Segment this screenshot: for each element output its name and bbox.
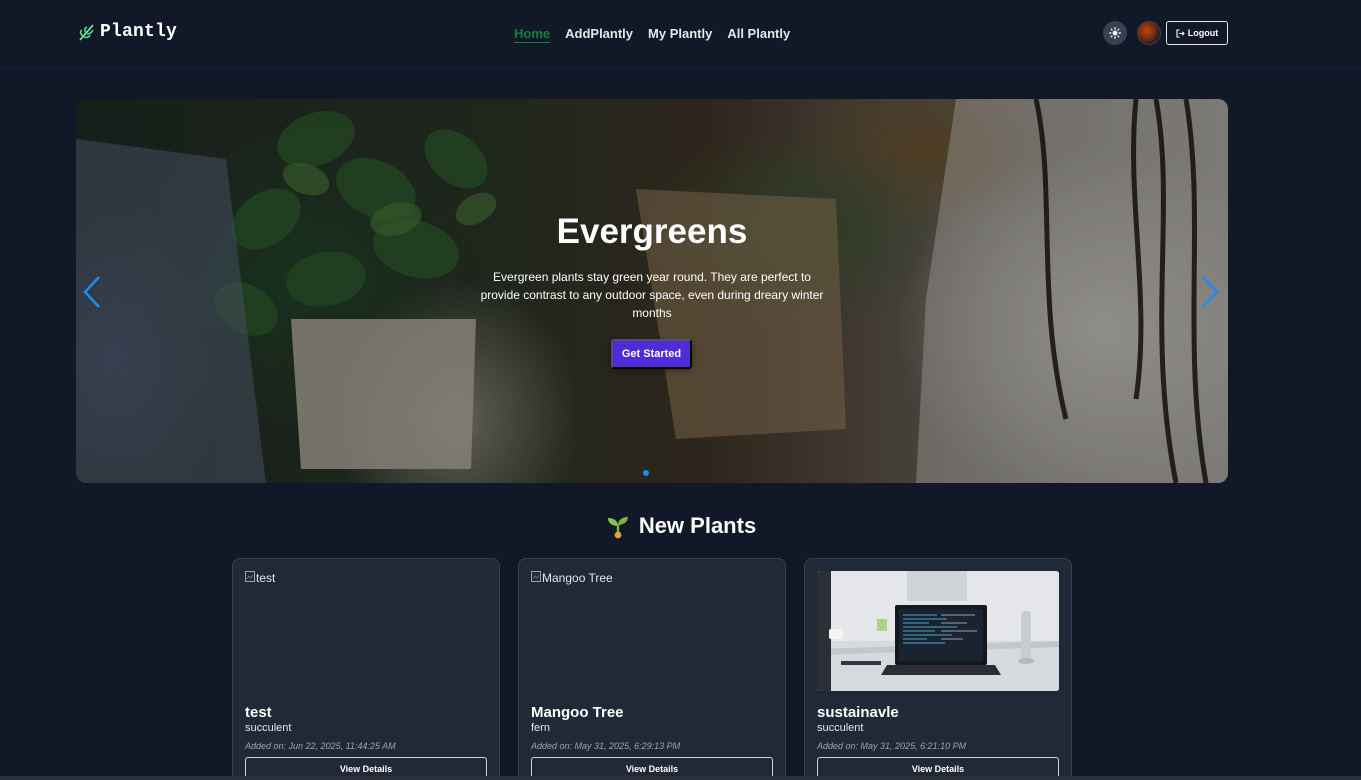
nav-link-home[interactable]: Home <box>514 26 550 41</box>
sprout-icon <box>607 517 628 539</box>
plant-added-date: Added on: May 31, 2025, 6:29:13 PM <box>531 741 681 751</box>
leaf-icon <box>79 24 94 41</box>
plant-type: succulent <box>817 722 864 734</box>
nav-link-my-plantly[interactable]: My Plantly <box>648 26 712 41</box>
logout-icon <box>1176 28 1185 38</box>
plant-image <box>817 571 1059 691</box>
nav-link-add-plantly[interactable]: AddPlantly <box>565 26 633 41</box>
plant-image: test <box>245 571 487 691</box>
plant-card: sustainavle succulent Added on: May 31, … <box>804 558 1072 780</box>
section-title-text: New Plants <box>638 513 757 538</box>
plant-name: sustainavle <box>817 704 899 721</box>
theme-toggle-button[interactable] <box>1103 21 1127 45</box>
section-title: New Plants <box>0 513 1361 539</box>
hero-title: Evergreens <box>556 212 748 251</box>
user-avatar[interactable] <box>1137 21 1161 45</box>
plant-card: Mangoo Tree Mangoo Tree fern Added on: M… <box>518 558 786 780</box>
plant-added-date: Added on: Jun 22, 2025, 11:44:25 AM <box>245 741 396 751</box>
plant-card: test test succulent Added on: Jun 22, 20… <box>232 558 500 780</box>
nav-link-all-plantly[interactable]: All Plantly <box>727 26 790 41</box>
navbar: Plantly Home AddPlantly My Plantly All P… <box>0 0 1361 68</box>
carousel-next-arrow-icon[interactable] <box>1200 275 1220 309</box>
brand-name: Plantly <box>100 22 178 42</box>
get-started-button[interactable]: Get Started <box>611 339 692 369</box>
brand-logo[interactable]: Plantly <box>78 22 177 42</box>
hero-description: Evergreen plants stay green year round. … <box>480 270 824 320</box>
logout-button[interactable]: Logout <box>1166 21 1228 45</box>
image-alt-text: test <box>245 571 487 585</box>
plant-image: Mangoo Tree <box>531 571 773 691</box>
plant-added-date: Added on: May 31, 2025, 6:21:10 PM <box>817 741 967 751</box>
sun-icon <box>1109 27 1121 39</box>
plant-name: Mangoo Tree <box>531 704 624 721</box>
carousel-prev-arrow-icon[interactable] <box>82 275 102 309</box>
window-bottom-edge <box>0 776 1361 780</box>
image-alt-text: Mangoo Tree <box>531 571 773 585</box>
hero-carousel: Evergreens Evergreen plants stay green y… <box>76 99 1228 483</box>
logout-label: Logout <box>1187 28 1219 38</box>
broken-image-icon <box>245 571 255 582</box>
plant-name: test <box>245 704 272 721</box>
broken-image-icon <box>531 571 541 582</box>
laptop-photo <box>817 571 1059 691</box>
plant-type: succulent <box>245 722 292 734</box>
main-nav: Home AddPlantly My Plantly All Plantly <box>514 26 790 41</box>
plant-type: fern <box>531 722 550 734</box>
carousel-pagination-dot[interactable] <box>643 470 649 476</box>
